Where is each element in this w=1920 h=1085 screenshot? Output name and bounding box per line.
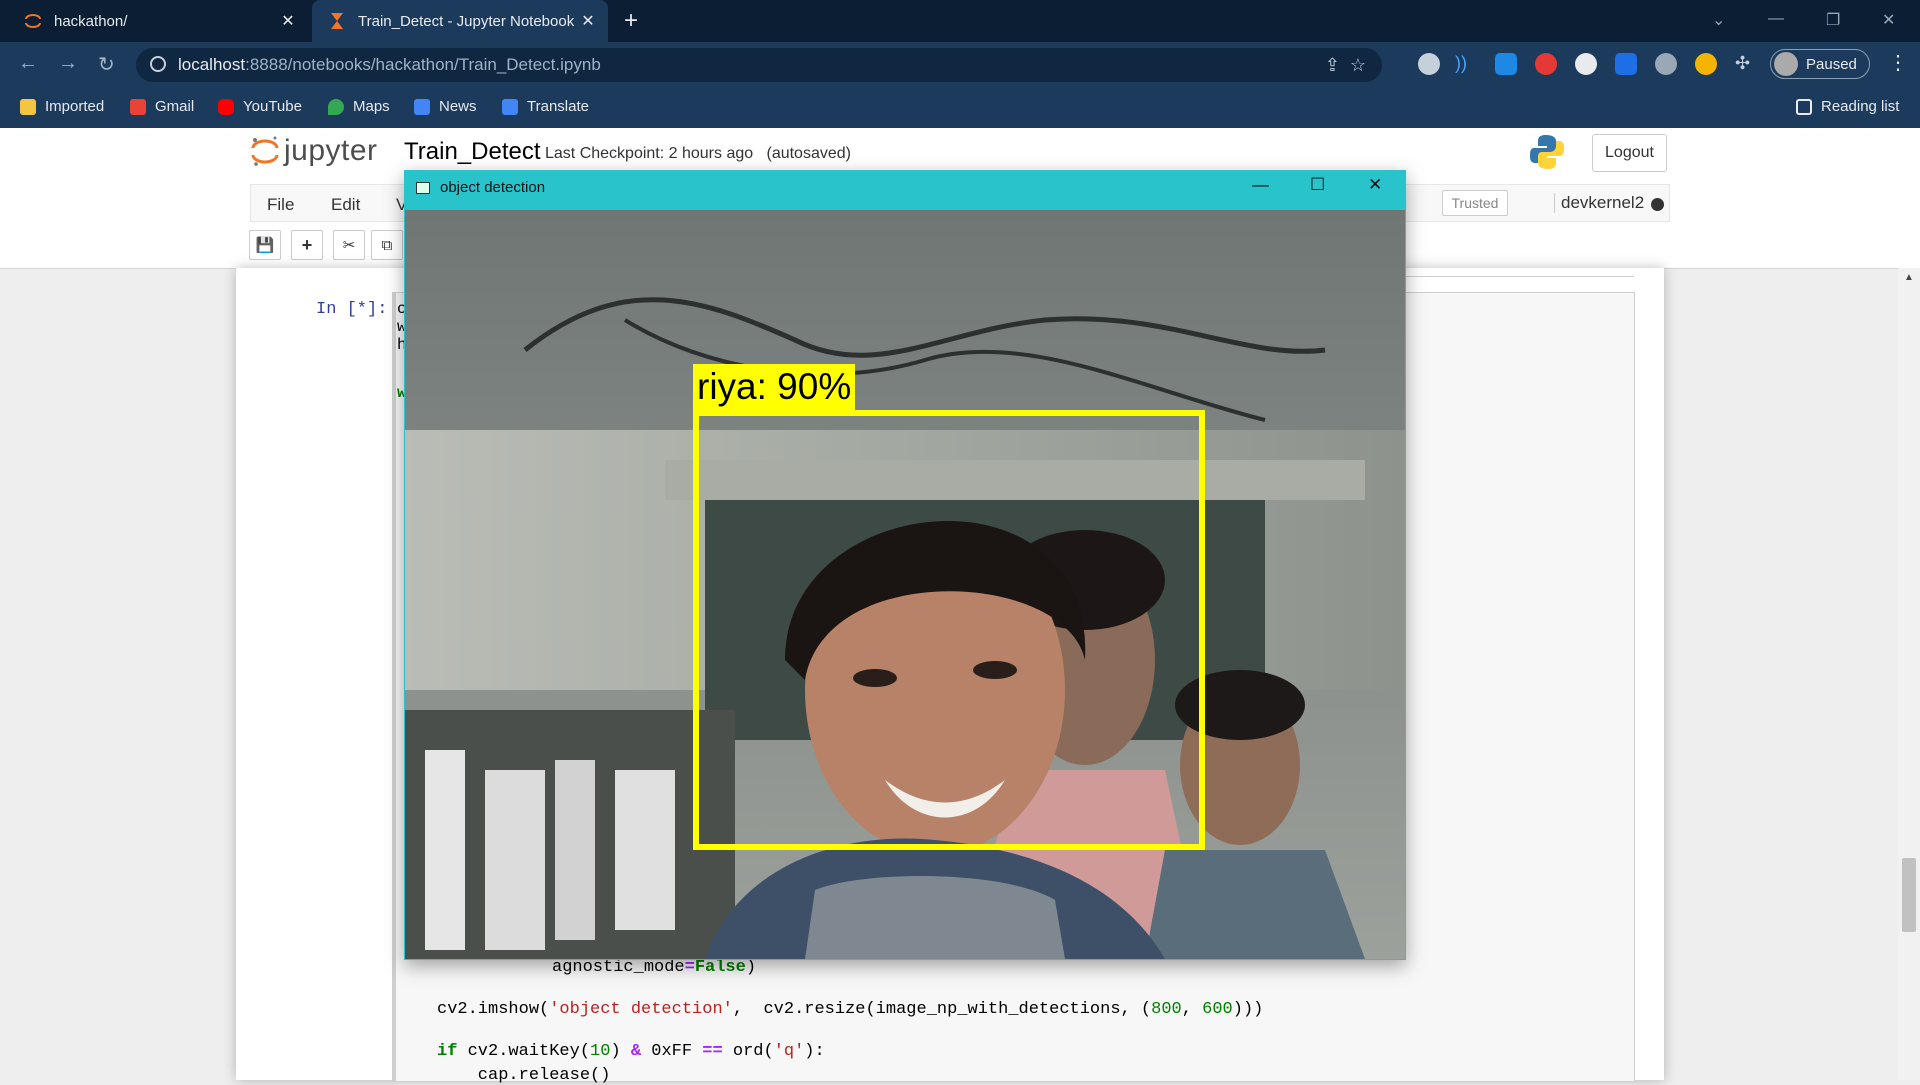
bookmark-translate[interactable]: Translate: [502, 98, 589, 115]
code-line: cv2.imshow('object detection', cv2.resiz…: [437, 1000, 1264, 1019]
url-text: localhost:8888/notebooks/hackathon/Train…: [178, 55, 601, 74]
page-scrollbar[interactable]: ▲: [1898, 268, 1920, 1080]
forward-icon[interactable]: →: [58, 52, 78, 75]
bookmarks-bar: Imported Gmail YouTube Maps News Transla…: [0, 88, 1920, 128]
jupyter-logo[interactable]: jupyter: [250, 134, 378, 168]
scrollbar-thumb[interactable]: [1902, 858, 1916, 932]
window-title: object detection: [440, 179, 546, 196]
avatar: [1774, 52, 1798, 76]
minimize-icon[interactable]: —: [1768, 10, 1784, 28]
logout-button[interactable]: Logout: [1592, 134, 1667, 172]
maps-icon: [328, 98, 344, 115]
jupyter-logo-icon: [251, 136, 279, 166]
translate-icon: [502, 98, 518, 115]
sound-extension-icon[interactable]: )): [1455, 53, 1477, 75]
menu-file[interactable]: File: [267, 195, 294, 215]
bookmark-label: News: [439, 98, 477, 115]
cell-prompt: In [*]:: [316, 300, 388, 319]
youtube-icon: [218, 98, 234, 115]
bookmark-youtube[interactable]: YouTube: [218, 98, 302, 115]
close-icon[interactable]: ✕: [1368, 175, 1382, 195]
code-line: agnostic_mode=False): [552, 958, 757, 977]
plus-icon: +: [301, 234, 313, 255]
profile-status: Paused: [1806, 55, 1857, 73]
reading-list-icon: [1796, 98, 1812, 115]
gmail-icon: [130, 98, 146, 115]
jupyter-favicon-icon: [24, 12, 42, 30]
back-icon[interactable]: ←: [18, 52, 38, 75]
bookmark-maps[interactable]: Maps: [328, 98, 390, 115]
color-extension-icon[interactable]: [1695, 53, 1717, 75]
bookmark-star-icon[interactable]: ☆: [1350, 55, 1366, 76]
tab-title: hackathon/: [54, 12, 128, 30]
bookmark-label: Translate: [527, 98, 589, 115]
folder-icon: [20, 98, 36, 115]
bookmark-label: Maps: [353, 98, 390, 115]
detection-bounding-box: [693, 410, 1205, 850]
code-line: cap.release(): [437, 1066, 611, 1085]
news-icon: [414, 98, 430, 115]
window-app-icon: [416, 182, 430, 194]
hourglass-icon: [328, 12, 346, 30]
bookmark-gmail[interactable]: Gmail: [130, 98, 194, 115]
python-logo-icon: [1528, 133, 1566, 176]
profile-button[interactable]: Paused: [1770, 49, 1870, 79]
detection-label: riya: 90%: [693, 364, 856, 410]
insert-cell-button[interactable]: +: [291, 230, 323, 260]
bookmark-news[interactable]: News: [414, 98, 477, 115]
copy-icon: ⧉: [381, 236, 393, 254]
s-extension-icon[interactable]: [1495, 53, 1517, 75]
cut-button[interactable]: ✂: [333, 230, 365, 260]
stop-extension-icon[interactable]: [1535, 53, 1557, 75]
reload-icon[interactable]: ↻: [98, 52, 115, 77]
notebook-title[interactable]: Train_Detect: [404, 138, 541, 166]
reading-list-label: Reading list: [1821, 98, 1900, 115]
tab-train-detect[interactable]: Train_Detect - Jupyter Notebook ✕: [312, 0, 608, 42]
save-button[interactable]: 💾: [249, 230, 281, 260]
block-extension-icon[interactable]: [1575, 53, 1597, 75]
bookmark-label: YouTube: [243, 98, 302, 115]
browser-tab-strip: hackathon/ ✕ Train_Detect - Jupyter Note…: [0, 0, 1920, 42]
puzzle-icon[interactable]: ✣: [1735, 53, 1757, 75]
new-tab-icon[interactable]: +: [624, 8, 638, 34]
address-bar[interactable]: localhost:8888/notebooks/hackathon/Train…: [136, 48, 1382, 82]
reading-list-button[interactable]: Reading list: [1796, 98, 1899, 115]
bookmark-imported[interactable]: Imported: [20, 98, 104, 115]
cell-divider: [1400, 276, 1634, 277]
close-tab-icon[interactable]: ✕: [578, 11, 598, 31]
trusted-indicator[interactable]: Trusted: [1442, 190, 1508, 216]
object-detection-window[interactable]: object detection — ☐ ✕ riya: 90%: [404, 170, 1406, 960]
camera-frame: riya: 90%: [405, 210, 1405, 959]
copy-button[interactable]: ⧉: [371, 230, 403, 260]
bookmark-label: Gmail: [155, 98, 195, 115]
tab-search-icon[interactable]: ⌄: [1712, 10, 1725, 30]
p-extension-icon[interactable]: [1615, 53, 1637, 75]
site-info-icon[interactable]: [150, 56, 166, 72]
extension-icon[interactable]: [1418, 53, 1440, 75]
menu-edit[interactable]: Edit: [331, 195, 360, 215]
maximize-icon[interactable]: ☐: [1310, 175, 1325, 195]
eye-extension-icon[interactable]: [1655, 53, 1677, 75]
bookmark-label: Imported: [45, 98, 105, 115]
scissors-icon: ✂: [342, 237, 356, 254]
minimize-icon[interactable]: —: [1252, 175, 1269, 195]
share-icon[interactable]: ⇪: [1325, 55, 1340, 76]
tab-hackathon[interactable]: hackathon/ ✕: [8, 0, 308, 42]
jupyter-wordmark: jupyter: [284, 134, 378, 167]
close-window-icon[interactable]: ✕: [1882, 10, 1895, 30]
tab-title: Train_Detect - Jupyter Notebook: [358, 12, 575, 30]
code-line: if cv2.waitKey(10) & 0xFF == ord('q'):: [437, 1042, 825, 1061]
save-icon: 💾: [255, 237, 275, 254]
checkpoint-status: Last Checkpoint: 2 hours ago (autosaved): [545, 145, 851, 162]
restore-icon[interactable]: ❐: [1826, 10, 1840, 30]
close-tab-icon[interactable]: ✕: [278, 11, 298, 31]
scroll-up-icon[interactable]: ▲: [1904, 272, 1914, 283]
more-menu-icon[interactable]: ⋮: [1888, 50, 1908, 75]
kernel-busy-indicator: [1651, 198, 1664, 211]
kernel-name[interactable]: devkernel2: [1554, 193, 1644, 213]
